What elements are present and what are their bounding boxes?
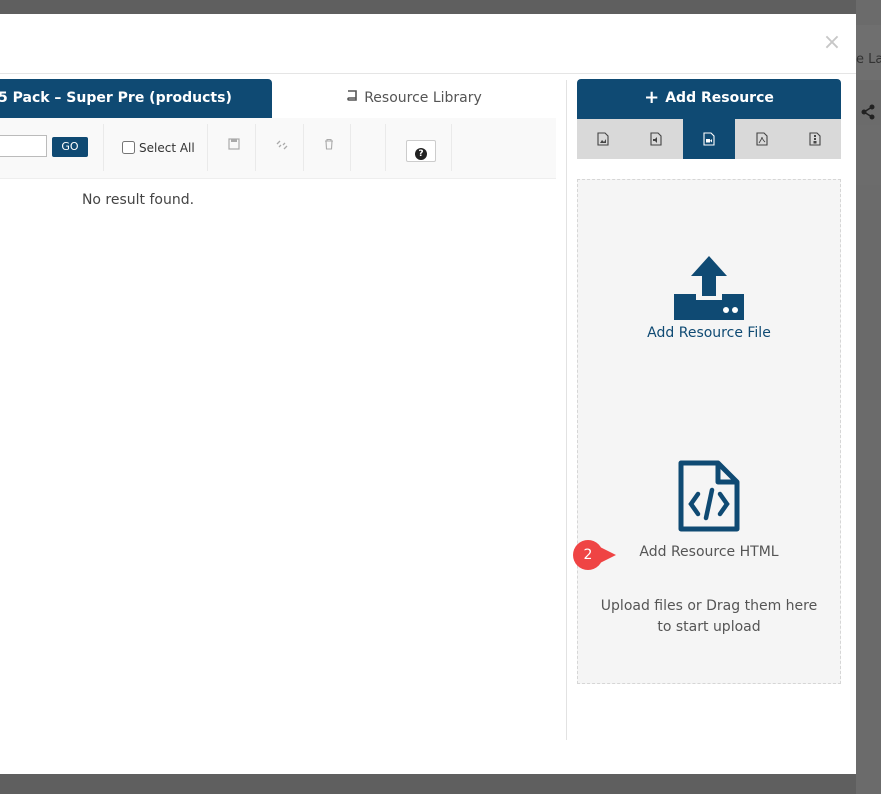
resource-modal: × 5 Pack – Super Pre (products) Resource… bbox=[0, 14, 856, 774]
search-input[interactable] bbox=[0, 135, 47, 157]
add-resource-file-link[interactable]: Add Resource File bbox=[578, 325, 840, 341]
help-button[interactable]: ? bbox=[406, 140, 436, 162]
pdf-file-icon bbox=[756, 132, 768, 146]
unlink-icon[interactable] bbox=[273, 138, 291, 156]
toolbar-divider bbox=[385, 124, 386, 171]
upload-hint: Upload files or Drag them here to start … bbox=[600, 598, 818, 635]
tab-image-file[interactable] bbox=[577, 119, 630, 159]
share-icon bbox=[860, 104, 880, 124]
background-label: e La bbox=[856, 52, 881, 67]
tab-product-pack-label: 5 Pack – Super Pre (products) bbox=[0, 90, 232, 106]
trash-icon[interactable] bbox=[320, 138, 338, 156]
background-panel bbox=[856, 480, 881, 710]
select-all-box[interactable] bbox=[122, 141, 135, 154]
tab-video-file[interactable] bbox=[682, 119, 736, 159]
save-icon[interactable] bbox=[225, 138, 243, 156]
panel-divider bbox=[566, 80, 567, 740]
add-resource-html-link[interactable]: Add Resource HTML bbox=[578, 544, 840, 560]
select-all-label: Select All bbox=[139, 141, 195, 155]
image-file-icon bbox=[597, 132, 609, 146]
tab-resource-library[interactable]: Resource Library bbox=[272, 79, 556, 118]
toolbar-divider bbox=[303, 124, 304, 171]
archive-file-icon bbox=[809, 132, 821, 146]
add-resource-label: Add Resource bbox=[665, 90, 774, 106]
close-button[interactable]: × bbox=[820, 30, 844, 56]
modal-header: × bbox=[0, 14, 856, 74]
library-toolbar: GO Select All ? bbox=[0, 118, 556, 179]
go-button[interactable]: GO bbox=[52, 137, 88, 157]
toolbar-divider bbox=[350, 124, 351, 171]
toolbar-divider bbox=[255, 124, 256, 171]
upload-icon[interactable] bbox=[674, 256, 744, 320]
toolbar-divider bbox=[207, 124, 208, 171]
step-badge: 2 bbox=[573, 540, 603, 570]
upload-dropzone[interactable]: Add Resource File Add Resource HTML Uplo… bbox=[577, 179, 841, 684]
toolbar-divider bbox=[451, 124, 452, 171]
empty-results-message: No result found. bbox=[81, 192, 195, 208]
resource-type-tabs bbox=[577, 119, 841, 159]
add-resource-header: + Add Resource bbox=[577, 79, 841, 119]
background-panel bbox=[856, 210, 881, 400]
toolbar-divider bbox=[103, 124, 104, 171]
audio-file-icon bbox=[650, 132, 662, 146]
tab-archive-file[interactable] bbox=[788, 119, 841, 159]
tab-product-pack[interactable]: 5 Pack – Super Pre (products) bbox=[0, 79, 272, 118]
tab-resource-library-label: Resource Library bbox=[364, 90, 482, 106]
tab-audio-file[interactable] bbox=[630, 119, 683, 159]
question-icon: ? bbox=[415, 148, 427, 160]
select-all-checkbox[interactable]: Select All bbox=[122, 138, 195, 158]
background-panel bbox=[856, 125, 881, 185]
html-file-icon[interactable] bbox=[676, 460, 742, 532]
plus-icon: + bbox=[644, 87, 660, 108]
tab-pdf-file[interactable] bbox=[735, 119, 788, 159]
video-file-icon bbox=[703, 132, 715, 146]
book-icon bbox=[346, 79, 358, 118]
